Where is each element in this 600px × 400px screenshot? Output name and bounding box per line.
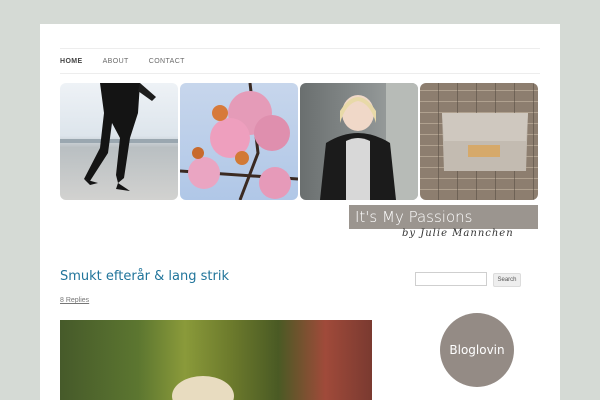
banner-photo-legs [60,83,178,200]
nav-item-contact[interactable]: CONTACT [149,58,185,65]
header-banner[interactable] [60,83,540,200]
site-logo-signature: by Julie Mannchen [402,228,514,239]
post-image [60,320,372,400]
main-nav: HOME ABOUT CONTACT [60,48,540,74]
banner-photo-portrait [300,83,418,200]
post-replies-link[interactable]: 8 Replies [60,297,89,304]
banner-photo-blossom [180,83,298,200]
bloglovin-badge[interactable]: Bloglovin [440,313,514,387]
post-title[interactable]: Smukt efterår & lang strik [60,269,229,284]
search-input[interactable] [415,272,487,286]
bloglovin-label: Bloglovin [449,343,505,357]
search-button[interactable]: Search [493,273,521,287]
nav-item-home[interactable]: HOME [60,58,83,65]
site-logo[interactable]: It's My Passions [349,205,538,229]
page: HOME ABOUT CONTACT It's My Passions by J… [40,24,560,400]
post-image-subject [172,376,234,400]
nav-item-about[interactable]: ABOUT [103,58,129,65]
site-logo-text: It's My Passions [355,208,473,226]
banner-photo-bag [420,83,538,200]
